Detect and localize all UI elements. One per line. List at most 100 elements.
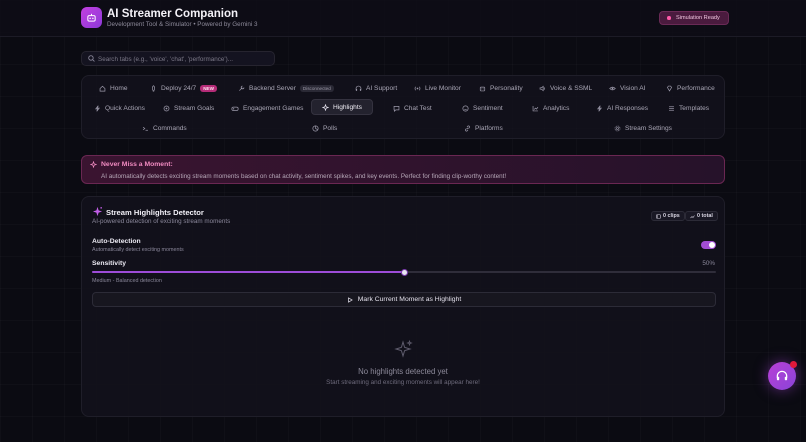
tab-label: Highlights bbox=[333, 103, 362, 111]
tab-deploy[interactable]: Deploy 24/7 NEW bbox=[150, 81, 217, 95]
auto-detection-toggle[interactable] bbox=[701, 241, 716, 249]
sensitivity-label: Sensitivity bbox=[92, 260, 126, 267]
banner-title: Never Miss a Moment: bbox=[101, 161, 173, 168]
tab-sentiment[interactable]: Sentiment bbox=[462, 101, 503, 115]
tab-chat-test[interactable]: Chat Test bbox=[393, 101, 432, 115]
tab-navigation: Home Deploy 24/7 NEW Backend Server Disc… bbox=[81, 75, 725, 139]
mark-highlight-button[interactable]: Mark Current Moment as Highlight bbox=[92, 292, 716, 307]
tab-analytics[interactable]: Analytics bbox=[532, 101, 569, 115]
speaker-icon bbox=[539, 85, 546, 91]
clips-count-badge: 0 clips bbox=[651, 211, 685, 221]
sensitivity-value: 50% bbox=[702, 260, 715, 267]
tab-platforms[interactable]: Platforms bbox=[464, 121, 503, 135]
sensitivity-slider-thumb[interactable] bbox=[400, 268, 408, 276]
app-logo bbox=[81, 7, 102, 28]
sparkle-icon bbox=[322, 103, 329, 111]
headset-icon bbox=[355, 85, 362, 91]
poll-icon bbox=[312, 124, 319, 132]
app-subtitle: Development Tool & Simulator • Powered b… bbox=[107, 21, 258, 28]
sensitivity-slider[interactable] bbox=[92, 268, 716, 276]
tab-label: Vision AI bbox=[620, 84, 646, 92]
search-icon bbox=[88, 55, 95, 62]
gamepad-icon bbox=[231, 106, 239, 111]
gem-icon bbox=[666, 85, 673, 92]
gear-icon bbox=[614, 125, 621, 131]
play-icon bbox=[347, 296, 353, 303]
new-badge: NEW bbox=[200, 84, 217, 92]
tab-label: Commands bbox=[153, 124, 187, 132]
wrench-icon bbox=[239, 85, 245, 91]
tab-performance[interactable]: Performance bbox=[666, 81, 715, 95]
bolt-icon bbox=[597, 104, 602, 112]
tab-vision-ai[interactable]: Vision AI bbox=[609, 81, 646, 95]
empty-state-subtitle: Start streaming and exciting moments wil… bbox=[326, 379, 480, 386]
tab-label: Templates bbox=[679, 104, 710, 112]
tab-stream-goals[interactable]: Stream Goals bbox=[163, 101, 214, 115]
mark-highlight-label: Mark Current Moment as Highlight bbox=[357, 296, 462, 303]
tab-label: AI Responses bbox=[607, 104, 649, 112]
sensitivity-slider-fill bbox=[92, 271, 404, 273]
tab-stream-settings[interactable]: Stream Settings bbox=[614, 121, 672, 135]
highlights-detector-card: Stream Highlights Detector AI-powered de… bbox=[81, 196, 725, 417]
tab-label: Quick Actions bbox=[105, 104, 145, 112]
tab-label: Stream Settings bbox=[625, 124, 672, 132]
bot-icon bbox=[87, 13, 96, 22]
tab-highlights[interactable]: Highlights bbox=[311, 99, 373, 115]
tab-ai-support[interactable]: AI Support bbox=[355, 81, 397, 95]
home-icon bbox=[99, 85, 106, 92]
disconnected-badge: Disconnected bbox=[299, 84, 334, 92]
tab-label: Polls bbox=[323, 124, 338, 132]
tab-label: Chat Test bbox=[404, 104, 432, 112]
tab-engagement-games[interactable]: Engagement Games bbox=[231, 101, 303, 115]
auto-detection-description: Automatically detect exciting moments bbox=[92, 247, 184, 253]
sparkle-icon bbox=[90, 161, 97, 168]
tab-label: Stream Goals bbox=[174, 104, 215, 112]
tab-quick-actions[interactable]: Quick Actions bbox=[94, 101, 145, 115]
app-title: AI Streamer Companion bbox=[107, 8, 238, 20]
tab-polls[interactable]: Polls bbox=[312, 121, 337, 135]
notification-dot bbox=[790, 361, 797, 368]
info-banner: Never Miss a Moment: AI automatically de… bbox=[81, 155, 725, 184]
tab-personality[interactable]: Personality bbox=[479, 81, 523, 95]
chart-icon bbox=[532, 105, 539, 111]
tab-label: Voice & SSML bbox=[550, 84, 593, 92]
card-title: Stream Highlights Detector bbox=[106, 208, 204, 217]
bolt-icon bbox=[95, 104, 100, 112]
tab-label: Deploy 24/7 bbox=[161, 84, 197, 92]
trend-up-icon bbox=[690, 214, 695, 218]
tab-ai-responses[interactable]: AI Responses bbox=[596, 101, 648, 115]
tab-commands[interactable]: Commands bbox=[142, 121, 187, 135]
smile-icon bbox=[462, 104, 469, 112]
radio-icon bbox=[414, 86, 421, 90]
rocket-icon bbox=[151, 84, 156, 92]
search-input[interactable] bbox=[98, 53, 268, 65]
tab-backend-server[interactable]: Backend Server Disconnected bbox=[238, 81, 334, 95]
card-subtitle: AI-powered detection of exciting stream … bbox=[92, 218, 231, 225]
list-icon bbox=[669, 105, 674, 111]
search-box[interactable] bbox=[81, 51, 275, 66]
tab-label: Analytics bbox=[543, 104, 570, 112]
tab-label: Home bbox=[110, 84, 128, 92]
tab-label: Performance bbox=[677, 84, 715, 92]
tab-label: Backend Server bbox=[249, 84, 296, 92]
headset-icon bbox=[776, 370, 788, 381]
tab-label: Sentiment bbox=[473, 104, 503, 112]
tab-label: AI Support bbox=[366, 84, 398, 92]
tab-label: Live Monitor bbox=[425, 84, 461, 92]
auto-detection-label: Auto-Detection bbox=[92, 238, 141, 245]
terminal-icon bbox=[142, 126, 148, 131]
clips-count: 0 clips bbox=[663, 213, 680, 219]
tab-live-monitor[interactable]: Live Monitor bbox=[414, 81, 461, 95]
film-icon bbox=[656, 213, 661, 219]
target-icon bbox=[163, 105, 170, 111]
tab-home[interactable]: Home bbox=[99, 81, 128, 95]
link-icon bbox=[465, 125, 470, 131]
bot-icon bbox=[479, 86, 486, 91]
banner-text: AI automatically detects exciting stream… bbox=[101, 173, 507, 180]
empty-state-title: No highlights detected yet bbox=[358, 367, 448, 376]
status-badge: Simulation Ready bbox=[659, 11, 729, 25]
tab-templates[interactable]: Templates bbox=[668, 101, 709, 115]
tab-label: Personality bbox=[490, 84, 523, 92]
tab-voice-ssml[interactable]: Voice & SSML bbox=[539, 81, 592, 95]
tab-label: Platforms bbox=[475, 124, 503, 132]
